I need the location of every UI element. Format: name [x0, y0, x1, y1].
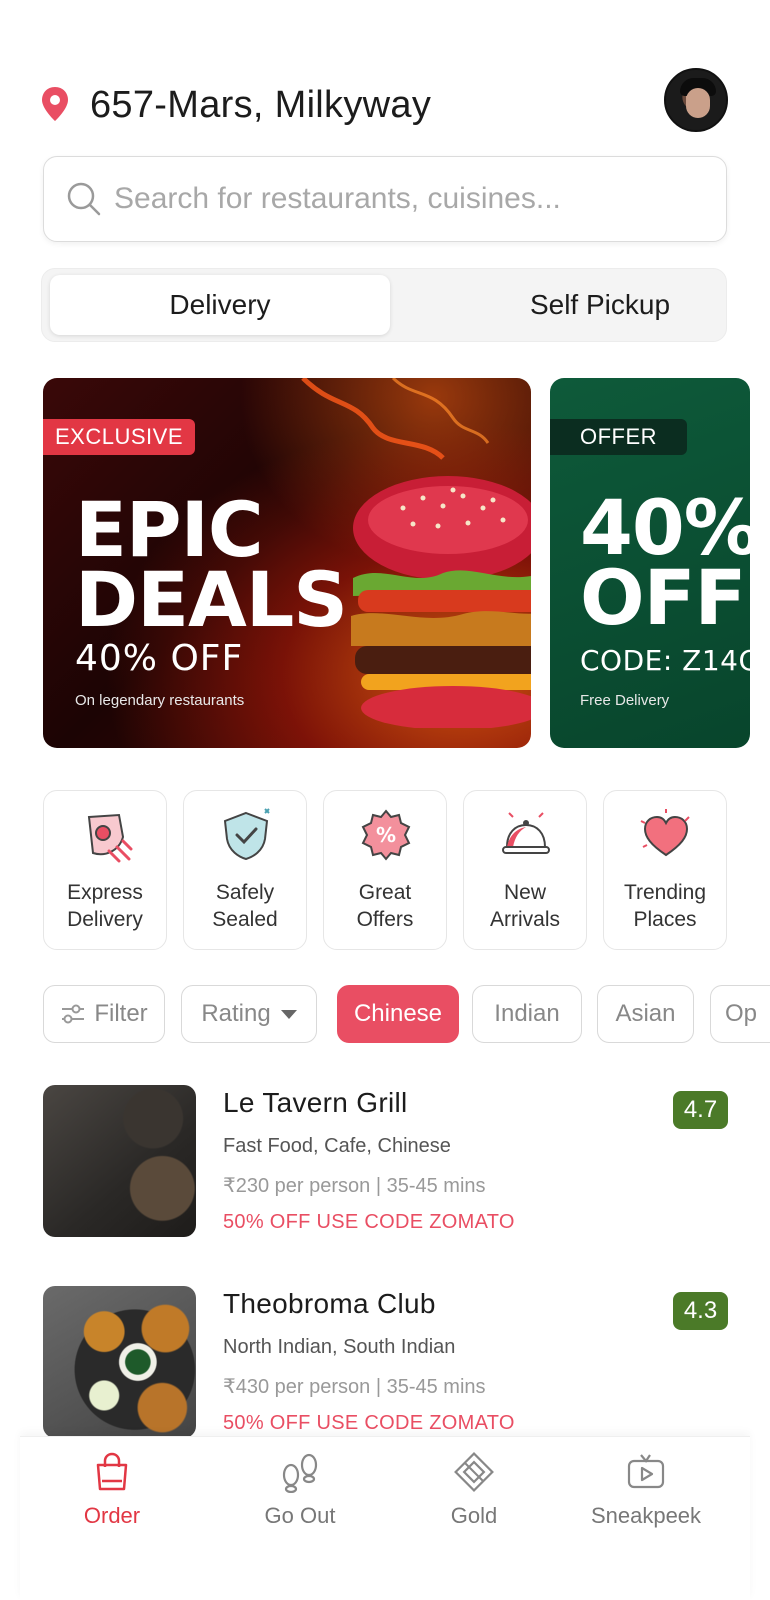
avatar-face [686, 88, 710, 118]
svg-text:%: % [376, 823, 396, 847]
promo-banner-epic-deals[interactable]: EXCLUSIVE EPIC DEALS 40% OFF On legendar… [43, 378, 531, 748]
shopping-bag-icon [96, 1452, 128, 1491]
search-bar[interactable] [43, 156, 727, 242]
app-screen: 657-Mars, Milkyway Delivery Self Pickup … [0, 0, 770, 1600]
promo-banner-40-off[interactable]: OFFER 40% OFF CODE: Z14CT Free Delivery [550, 378, 750, 748]
rocket-icon [87, 813, 133, 863]
nav-order[interactable]: Order [32, 1451, 192, 1529]
gold-diamond-icon [454, 1452, 494, 1492]
chip-label: Op [725, 1000, 758, 1027]
restaurant-price-time: ₹430 per person | 35-45 mins [223, 1376, 486, 1398]
bottom-navigation: Order Go Out Gold Sneakpeek [20, 1436, 750, 1600]
restaurant-image [43, 1085, 196, 1237]
banner-headline-line2: DEALS [75, 555, 348, 644]
banner2-caption: Free Delivery [580, 692, 670, 709]
chip-chinese[interactable]: Chinese [337, 985, 459, 1043]
delivery-location[interactable]: 657-Mars, Milkyway [90, 80, 431, 130]
chip-asian[interactable]: Asian [597, 985, 694, 1043]
footsteps-icon [282, 1453, 318, 1493]
banner2-headline-line2: OFF [580, 553, 746, 642]
category-label: Trending Places [623, 881, 707, 931]
restaurant-name[interactable]: Theobroma Club [223, 1288, 436, 1320]
delivery-tab[interactable]: Delivery [50, 275, 390, 335]
category-new-arrivals[interactable]: New Arrivals [463, 790, 587, 950]
nav-go-out[interactable]: Go Out [220, 1451, 380, 1529]
nav-label: Gold [450, 1503, 498, 1528]
cloche-icon [502, 812, 550, 854]
shield-check-icon [223, 808, 270, 861]
banner-discount: 40% OFF [75, 638, 244, 679]
self-pickup-tab[interactable]: Self Pickup [430, 275, 770, 335]
chip-rating[interactable]: Rating [181, 985, 317, 1043]
nav-label: Order [83, 1503, 141, 1528]
search-icon [67, 182, 101, 216]
tv-play-icon [627, 1454, 665, 1489]
category-express-delivery[interactable]: Express Delivery [43, 790, 167, 950]
restaurant-name[interactable]: Le Tavern Grill [223, 1087, 408, 1119]
chip-label: Asian [615, 1000, 676, 1027]
filter-label: Filter [94, 1000, 148, 1027]
heart-icon [640, 809, 690, 857]
chip-partial[interactable]: Op [710, 985, 770, 1043]
restaurant-offer: 50% OFF USE CODE ZOMATO [223, 1211, 515, 1233]
banner-caption: On legendary restaurants [75, 692, 245, 709]
nav-sneakpeek[interactable]: Sneakpeek [566, 1451, 726, 1529]
restaurant-cuisines: Fast Food, Cafe, Chinese [223, 1135, 451, 1157]
banner2-promo-code: CODE: Z14CT [580, 644, 750, 677]
restaurant-cuisines: North Indian, South Indian [223, 1336, 456, 1358]
category-label: Great Offers [356, 881, 414, 931]
restaurant-price-time: ₹230 per person | 35-45 mins [223, 1175, 486, 1197]
category-label: Express Delivery [67, 881, 143, 931]
category-label: Safely Sealed [212, 881, 278, 931]
category-label: New Arrivals [489, 881, 560, 931]
nav-label: Sneakpeek [590, 1503, 702, 1528]
chip-indian[interactable]: Indian [472, 985, 582, 1043]
chip-label: Rating [201, 1000, 271, 1027]
restaurant-card[interactable]: Theobroma Club North Indian, South India… [43, 1286, 733, 1438]
burger-image [351, 476, 531, 728]
restaurant-offer: 50% OFF USE CODE ZOMATO [223, 1412, 515, 1434]
nav-gold[interactable]: Gold [394, 1451, 554, 1529]
order-mode-toggle: Delivery Self Pickup [41, 268, 727, 342]
category-great-offers[interactable]: % Great Offers [323, 790, 447, 950]
user-avatar[interactable] [664, 68, 728, 132]
location-pin-icon[interactable] [40, 86, 70, 122]
nav-label: Go Out [264, 1503, 336, 1528]
search-input[interactable] [114, 175, 704, 223]
chevron-down-icon [280, 1009, 297, 1019]
chip-label: Chinese [353, 1000, 443, 1027]
filter-button[interactable]: Filter [43, 985, 165, 1043]
rating-badge: 4.3 [673, 1292, 728, 1330]
restaurant-card[interactable]: Le Tavern Grill Fast Food, Cafe, Chinese… [43, 1085, 733, 1237]
category-trending-places[interactable]: Trending Places [603, 790, 727, 950]
flame-decoration [301, 378, 490, 460]
chip-label: Indian [494, 1000, 560, 1027]
rating-badge: 4.7 [673, 1091, 728, 1129]
exclusive-tag: EXCLUSIVE [43, 419, 195, 455]
percent-badge-icon: % [361, 809, 411, 861]
restaurant-image [43, 1286, 196, 1438]
offer-tag: OFFER [550, 419, 688, 455]
sliders-icon [62, 1004, 85, 1024]
category-safely-sealed[interactable]: Safely Sealed [183, 790, 307, 950]
